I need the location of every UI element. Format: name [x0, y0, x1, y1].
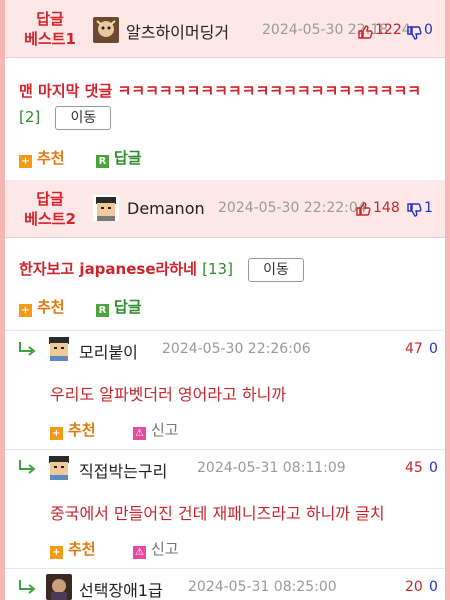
- upvote-count: 122: [375, 22, 402, 38]
- thumbs-down-icon[interactable]: [406, 202, 422, 218]
- comment-text: 한자보고 japanese라하네 [13] 이동: [19, 256, 437, 282]
- best-tag: 답글 베스트1: [9, 9, 91, 49]
- reply-count: [2]: [19, 108, 41, 126]
- reply-count: [13]: [202, 260, 233, 278]
- thumbs-up-icon[interactable]: [355, 201, 371, 217]
- recommend-button[interactable]: + 추천: [19, 296, 65, 317]
- avatar[interactable]: [46, 574, 72, 600]
- plus-icon: +: [50, 427, 63, 440]
- recommend-button[interactable]: + 추천: [19, 147, 65, 168]
- reply-label: 답글: [114, 149, 142, 167]
- move-button[interactable]: 이동: [55, 105, 112, 130]
- best-comment-header: 답글 베스트2 Demanon 2024-05-30 22:22:04 148 …: [5, 180, 445, 238]
- avatar[interactable]: [46, 454, 72, 480]
- upvote-count: 45: [405, 460, 423, 476]
- best-tag-line1: 답글: [36, 190, 64, 208]
- plus-icon: +: [19, 304, 32, 317]
- thumbs-up-icon[interactable]: [357, 24, 373, 40]
- comment-date: 2024-05-30 22:26:06: [162, 341, 311, 357]
- report-label: 신고: [151, 421, 179, 439]
- author-nick[interactable]: 모리붙이: [79, 339, 138, 363]
- thumbs-down-icon[interactable]: [406, 25, 422, 41]
- author-nick[interactable]: 선택장애1급: [79, 577, 163, 600]
- downvote-count: 1: [424, 200, 433, 216]
- plus-icon: +: [19, 155, 32, 168]
- author-nick[interactable]: 알츠하이머딩거: [126, 19, 229, 43]
- recommend-button[interactable]: + 추천: [50, 419, 96, 440]
- upvote-count: 148: [373, 200, 400, 216]
- report-icon: ⚠: [133, 546, 146, 559]
- reply-badge-icon: R: [96, 304, 109, 317]
- divider: [5, 568, 445, 569]
- best-tag-line2: 베스트2: [24, 210, 76, 228]
- report-button[interactable]: ⚠ 신고: [133, 419, 179, 440]
- best-comment-header: 답글 베스트1 알츠하이머딩거 2024-05-30 22:18:24 122 …: [5, 0, 445, 58]
- downvote-count: 0: [424, 22, 433, 38]
- comment-list: 답글 베스트1 알츠하이머딩거 2024-05-30 22:18:24 122 …: [5, 0, 445, 600]
- downvote-count: 0: [429, 460, 438, 476]
- reply-badge-icon: R: [96, 155, 109, 168]
- upvote-count: 20: [405, 579, 423, 595]
- best-comment-body: 맨 마지막 댓글 ㅋㅋㅋㅋㅋㅋㅋㅋㅋㅋㅋㅋㅋㅋㅋㅋㅋㅋㅋㅋㅋㅋ [2] 이동 +…: [5, 58, 445, 180]
- comment-text: 맨 마지막 댓글 ㅋㅋㅋㅋㅋㅋㅋㅋㅋㅋㅋㅋㅋㅋㅋㅋㅋㅋㅋㅋㅋㅋ [2] 이동: [19, 78, 437, 130]
- reply-button[interactable]: R 답글: [96, 147, 142, 168]
- comment-date: 2024-05-31 08:25:00: [188, 579, 337, 595]
- comment-date: 2024-05-31 08:11:09: [197, 460, 346, 476]
- best-comment-body: 한자보고 japanese라하네 [13] 이동 + 추천 R 답글: [5, 238, 445, 330]
- avatar[interactable]: [93, 195, 119, 221]
- downvote-count: 0: [429, 579, 438, 595]
- plus-icon: +: [50, 546, 63, 559]
- move-button[interactable]: 이동: [248, 257, 304, 282]
- recommend-button[interactable]: + 추천: [50, 538, 96, 559]
- upvote-count: 47: [405, 341, 423, 357]
- report-button[interactable]: ⚠ 신고: [133, 538, 179, 559]
- reply-button[interactable]: R 답글: [96, 296, 142, 317]
- best-tag: 답글 베스트2: [9, 189, 91, 229]
- comment-text: 우리도 알파벳더러 영어라고 하니까: [50, 385, 287, 404]
- reply-arrow-icon: [19, 460, 36, 474]
- avatar[interactable]: [46, 335, 72, 361]
- author-nick[interactable]: Demanon: [127, 199, 205, 218]
- report-label: 신고: [151, 540, 179, 558]
- reply-arrow-icon: [19, 342, 36, 356]
- comment-text: 중국에서 만들어진 건데 재패니즈라고 하니까 글치: [50, 504, 385, 523]
- comment-text-content: 한자보고 japanese라하네: [19, 260, 197, 278]
- recommend-label: 추천: [37, 298, 65, 316]
- reply-label: 답글: [114, 298, 142, 316]
- recommend-label: 추천: [37, 149, 65, 167]
- recommend-label: 추천: [68, 421, 96, 439]
- recommend-label: 추천: [68, 540, 96, 558]
- divider: [5, 449, 445, 450]
- divider: [5, 330, 445, 331]
- downvote-count: 0: [429, 341, 438, 357]
- best-tag-line1: 답글: [36, 10, 64, 28]
- avatar[interactable]: [93, 17, 119, 43]
- reply-arrow-icon: [19, 580, 36, 594]
- comment-date: 2024-05-30 22:22:04: [218, 200, 367, 216]
- best-tag-line2: 베스트1: [24, 30, 76, 48]
- author-nick[interactable]: 직접박는구리: [79, 458, 167, 482]
- report-icon: ⚠: [133, 427, 146, 440]
- comment-text-content: 맨 마지막 댓글 ㅋㅋㅋㅋㅋㅋㅋㅋㅋㅋㅋㅋㅋㅋㅋㅋㅋㅋㅋㅋㅋㅋ: [19, 82, 422, 100]
